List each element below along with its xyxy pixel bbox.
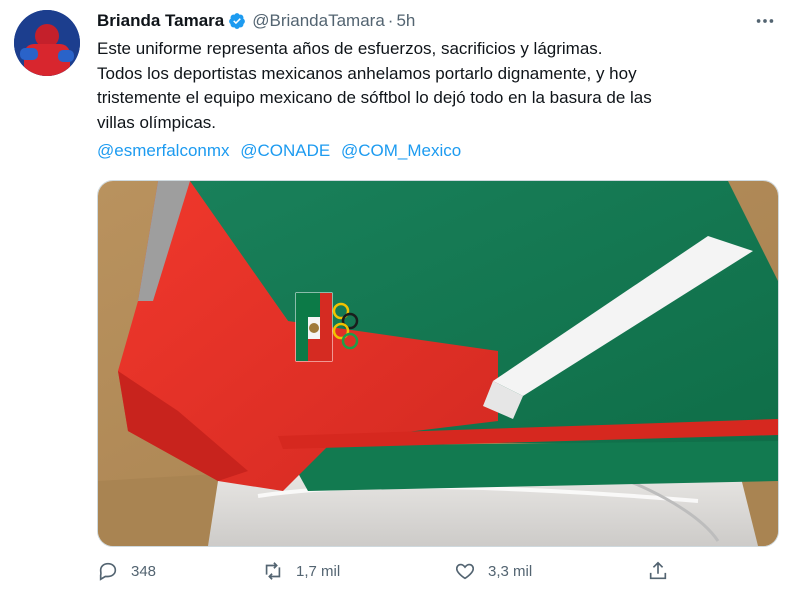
avatar-image (14, 10, 80, 76)
reply-count: 348 (131, 562, 157, 580)
tweet-text-line: tristemente el equipo mexicano de sóftbo… (97, 88, 652, 107)
tweet-text: Este uniforme representa años de esfuerz… (97, 37, 777, 135)
tweet-actions: 348 1,7 mil 3,3 mil (97, 560, 777, 590)
reply-icon (99, 562, 117, 581)
retweet-icon (265, 562, 281, 580)
mention-link[interactable]: @COM_Mexico (341, 141, 461, 160)
tweet-text-line: Todos los deportistas mexicanos anhelamo… (97, 63, 637, 83)
tweet-header: Brianda Tamara @BriandaTamara · 5h (97, 10, 415, 32)
retweet-button[interactable]: 1,7 mil (262, 560, 340, 582)
tweet-text-line: Este uniforme representa años de esfuerz… (97, 39, 603, 58)
separator-dot: · (387, 11, 394, 30)
retweet-count: 1,7 mil (296, 562, 341, 580)
more-icon[interactable] (754, 10, 776, 38)
tweet-text-line: villas olímpicas. (97, 112, 217, 132)
mention-link[interactable]: @esmerfalconmx (97, 141, 230, 160)
share-icon (649, 561, 667, 580)
author-handle[interactable]: @BriandaTamara (252, 11, 385, 31)
heart-icon (455, 563, 475, 580)
share-button[interactable] (647, 560, 681, 582)
avatar[interactable] (14, 10, 80, 76)
like-count: 3,3 mil (488, 562, 533, 580)
tweet-mentions: @esmerfalconmx @CONADE @COM_Mexico (97, 141, 467, 161)
like-button[interactable]: 3,3 mil (454, 560, 532, 582)
reply-button[interactable]: 348 (97, 560, 156, 582)
jacket-photo-illustration (98, 181, 778, 546)
author-name[interactable]: Brianda Tamara (97, 11, 224, 31)
tweet-timestamp[interactable]: 5h (396, 11, 415, 31)
mention-link[interactable]: @CONADE (240, 141, 330, 160)
verified-badge-icon (228, 12, 246, 30)
tweet-photo[interactable] (97, 180, 779, 547)
